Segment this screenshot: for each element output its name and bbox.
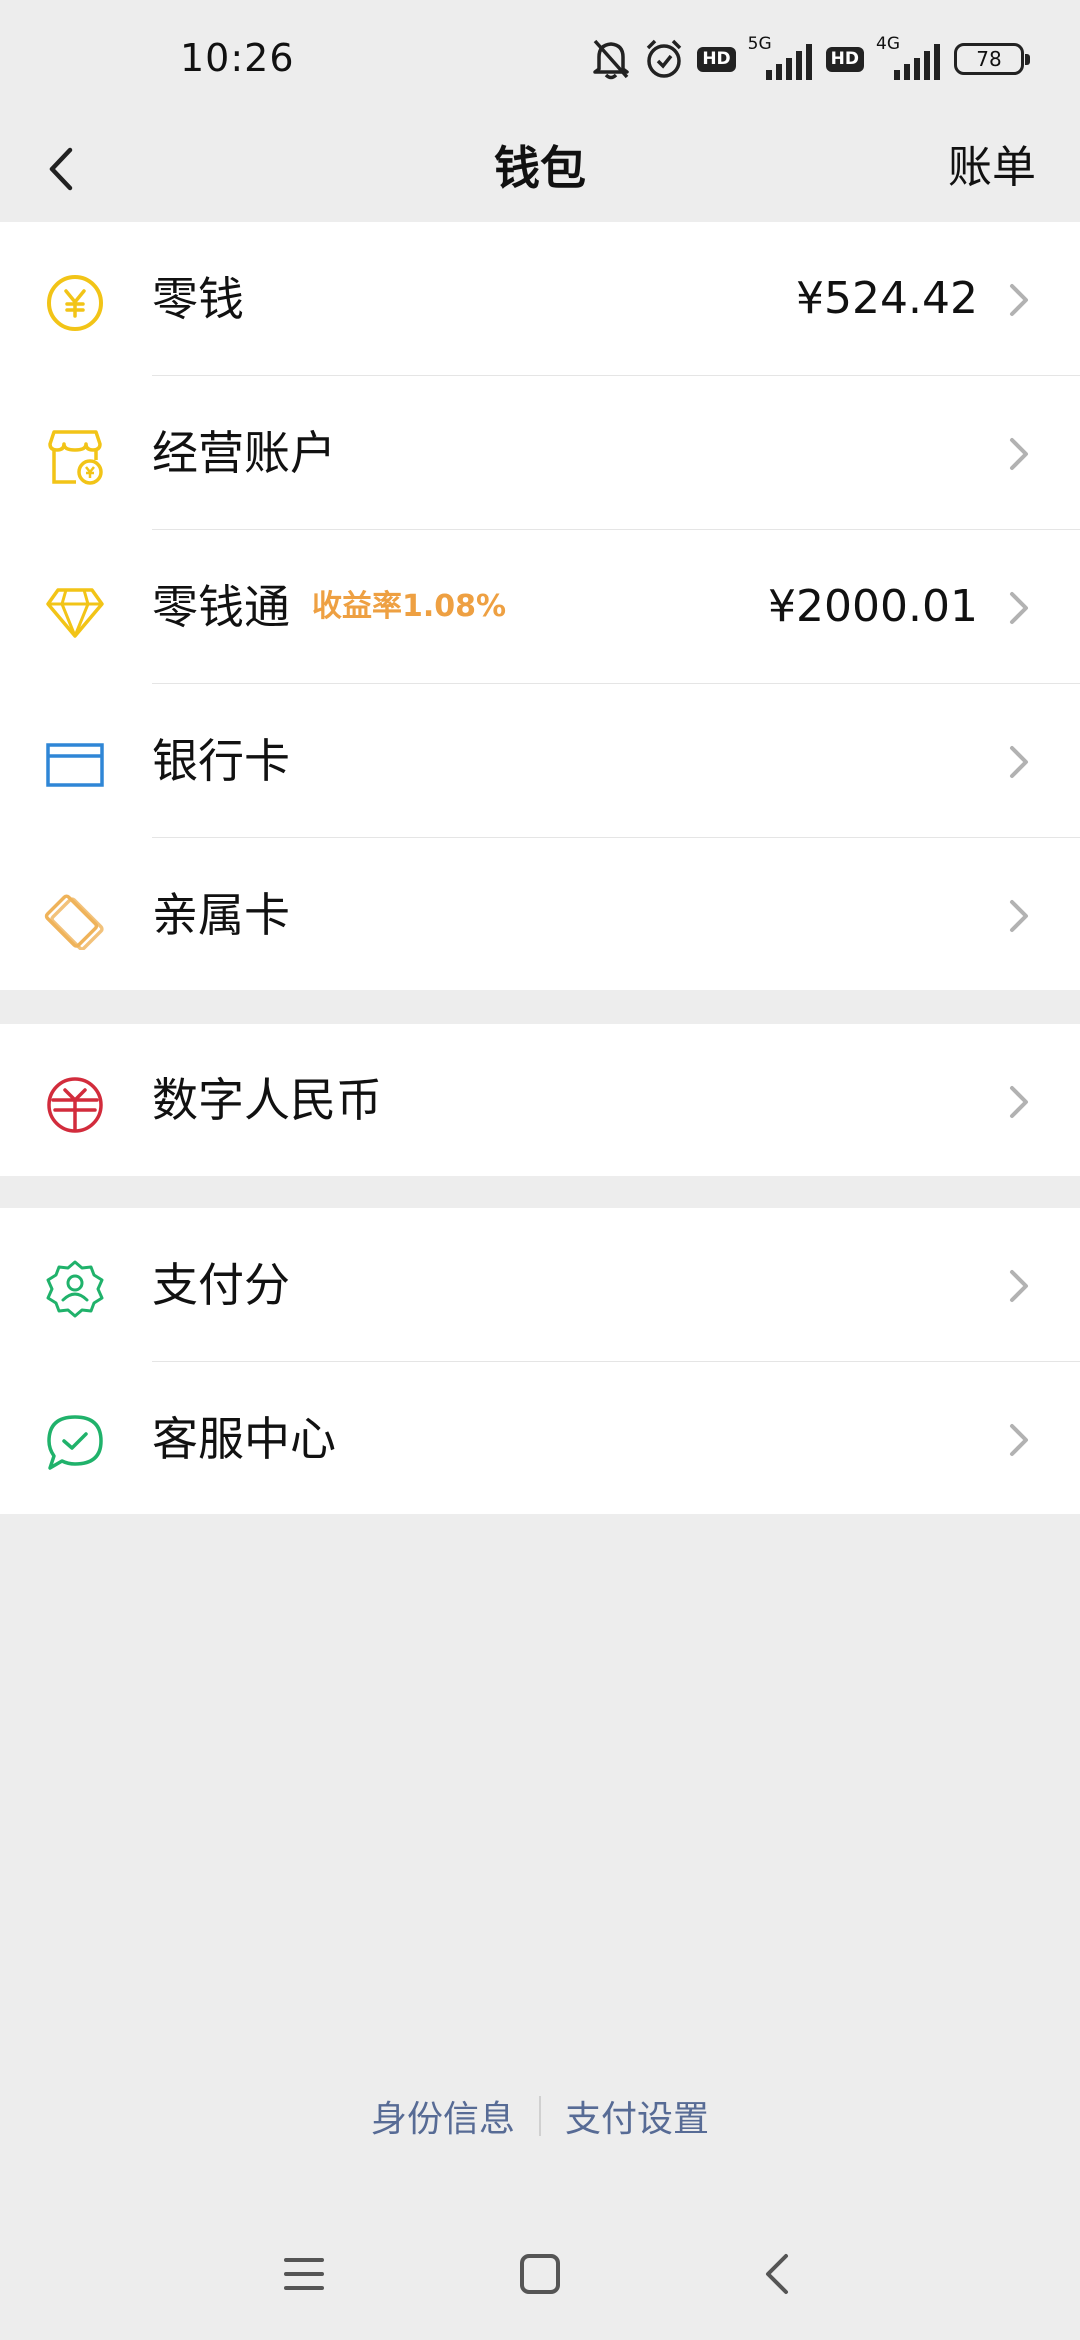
footer-separator: [539, 2096, 541, 2136]
family-card-icon: [44, 894, 104, 950]
menu-icon[interactable]: [282, 2252, 326, 2296]
row-label: 零钱: [152, 272, 244, 326]
row-change[interactable]: 零钱 ¥524.42: [0, 222, 1080, 376]
diamond-icon: [46, 588, 104, 638]
row-label: 亲属卡: [152, 888, 290, 942]
row-customer-service[interactable]: 客服中心: [0, 1362, 1080, 1516]
chevron-right-icon: [1010, 1086, 1028, 1118]
nav-bar: 钱包 账单: [0, 120, 1080, 222]
row-label: 银行卡: [152, 734, 290, 788]
row-value: ¥524.42: [796, 273, 978, 324]
pay-settings-link[interactable]: 支付设置: [565, 2090, 709, 2142]
chevron-right-icon: [1010, 284, 1028, 316]
row-bank-card[interactable]: 银行卡: [0, 684, 1080, 838]
row-label: 数字人民币: [152, 1073, 382, 1127]
digital-rmb-group: 数字人民币: [0, 1024, 1080, 1176]
page-title: 钱包: [494, 141, 586, 195]
alarm-icon: [647, 39, 682, 78]
system-nav-bar: [0, 2230, 1080, 2320]
status-time: 10:26: [180, 36, 295, 80]
signal-5g: 5G: [748, 34, 814, 82]
digital-rmb-icon: [47, 1077, 103, 1133]
hd-badge: HD: [697, 46, 736, 72]
footer-links: 身份信息 支付设置: [0, 2090, 1080, 2142]
back-nav-icon[interactable]: [756, 2252, 800, 2296]
row-label: 零钱通: [152, 580, 290, 634]
bell-muted-icon: [593, 39, 630, 80]
chevron-right-icon: [1010, 746, 1028, 778]
bank-card-icon: [46, 743, 104, 787]
chevron-right-icon: [1010, 592, 1028, 624]
row-change-pass[interactable]: 零钱通 收益率1.08% ¥2000.01: [0, 530, 1080, 684]
row-label: 支付分: [152, 1258, 290, 1312]
row-business-account[interactable]: 经营账户: [0, 376, 1080, 530]
home-icon[interactable]: [518, 2252, 562, 2296]
row-digital-rmb[interactable]: 数字人民币: [0, 1024, 1080, 1176]
row-label: 经营账户: [152, 426, 336, 480]
chevron-right-icon: [1010, 1270, 1028, 1302]
identity-info-link[interactable]: 身份信息: [371, 2090, 515, 2142]
payment-score-icon: [46, 1260, 104, 1318]
row-value: ¥2000.01: [768, 581, 978, 632]
shop-icon: [48, 430, 103, 485]
row-label: 客服中心: [152, 1412, 336, 1466]
battery-level: 78: [976, 47, 1002, 71]
chevron-right-icon: [1010, 1424, 1028, 1456]
signal-bars-icon: [765, 44, 812, 80]
yield-rate-tag: 收益率1.08%: [312, 589, 507, 624]
service-group: 支付分 客服中心: [0, 1208, 1080, 1514]
signal-4g: 4G: [876, 34, 942, 82]
bill-button[interactable]: 账单: [948, 132, 1036, 204]
battery-icon: 78: [954, 43, 1030, 75]
yuan-coin-icon: [47, 275, 103, 331]
status-bar: 10:26 HD 5G HD 4G 78: [0, 0, 1080, 120]
status-icons: HD 5G HD 4G 78: [591, 34, 1030, 84]
wallet-main-group: 零钱 ¥524.42 经营账户 零钱通 收益率1.08% ¥2000.01 银行…: [0, 222, 1080, 990]
chevron-right-icon: [1010, 438, 1028, 470]
customer-service-icon: [47, 1415, 103, 1470]
row-payment-score[interactable]: 支付分: [0, 1208, 1080, 1362]
signal-bars-icon: [894, 44, 940, 80]
chevron-right-icon: [1010, 900, 1028, 932]
hd-badge-2: HD: [825, 46, 864, 72]
row-family-card[interactable]: 亲属卡: [0, 838, 1080, 992]
